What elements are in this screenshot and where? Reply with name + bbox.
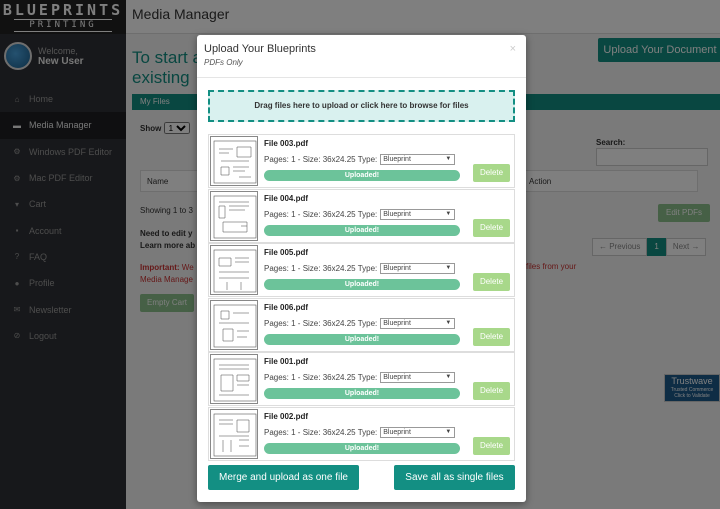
file-meta: Pages: 1 - Size: 36x24.25 Type: Blueprin… xyxy=(264,263,456,274)
type-value: Blueprint xyxy=(383,156,411,163)
list-item: File 004.pdf Pages: 1 - Size: 36x24.25 T… xyxy=(208,188,515,243)
file-name: File 003.pdf xyxy=(264,139,309,148)
list-item: File 003.pdf Pages: 1 - Size: 36x24.25 T… xyxy=(208,134,515,188)
chevron-down-icon: ▼ xyxy=(445,374,452,380)
file-name: File 006.pdf xyxy=(264,302,309,312)
list-item: File 001.pdf Pages: 1 - Size: 36x24.25 T… xyxy=(208,352,515,406)
file-details: Pages: 1 - Size: 36x24.25 Type: xyxy=(264,209,378,219)
type-value: Blueprint xyxy=(383,428,411,436)
save-all-button[interactable]: Save all as single files xyxy=(394,465,515,490)
list-item: File 005.pdf Pages: 1 - Size: 36x24.25 T… xyxy=(208,243,515,297)
upload-progress-bar: Uploaded! xyxy=(264,388,460,399)
pdf-thumbnail-icon xyxy=(210,136,258,186)
type-select[interactable]: Blueprint ▼ xyxy=(380,426,456,438)
file-meta: Pages: 1 - Size: 36x24.25 Type: Blueprin… xyxy=(264,372,456,383)
file-name: File 004.pdf xyxy=(264,193,309,203)
type-select[interactable]: Blueprint ▼ xyxy=(380,263,456,274)
type-select[interactable]: Blueprint ▼ xyxy=(380,208,456,220)
file-name: File 005.pdf xyxy=(264,248,309,257)
list-item: File 002.pdf Pages: 1 - Size: 36x24.25 T… xyxy=(208,406,515,461)
file-meta: Pages: 1 - Size: 36x24.25 Type: Blueprin… xyxy=(264,426,456,438)
upload-progress-bar: Uploaded! xyxy=(264,333,460,345)
close-icon[interactable]: × xyxy=(510,43,516,55)
file-details: Pages: 1 - Size: 36x24.25 Type: xyxy=(264,318,378,328)
type-value: Blueprint xyxy=(383,374,411,381)
type-value: Blueprint xyxy=(383,319,411,327)
delete-button[interactable]: Delete xyxy=(473,327,510,346)
pdf-thumbnail-icon xyxy=(210,245,258,295)
modal-header: Upload Your Blueprints PDFs Only × xyxy=(197,35,526,78)
type-select[interactable]: Blueprint ▼ xyxy=(380,317,456,329)
upload-progress-bar: Uploaded! xyxy=(264,442,460,454)
chevron-down-icon: ▼ xyxy=(445,156,452,162)
file-name: File 001.pdf xyxy=(264,357,309,366)
list-item: File 006.pdf Pages: 1 - Size: 36x24.25 T… xyxy=(208,297,515,352)
pdf-thumbnail-icon xyxy=(210,190,258,241)
type-value: Blueprint xyxy=(383,265,411,272)
file-meta: Pages: 1 - Size: 36x24.25 Type: Blueprin… xyxy=(264,154,456,165)
upload-progress-bar: Uploaded! xyxy=(264,279,460,290)
delete-button[interactable]: Delete xyxy=(473,382,510,400)
file-meta: Pages: 1 - Size: 36x24.25 Type: Blueprin… xyxy=(264,317,456,329)
merge-upload-button[interactable]: Merge and upload as one file xyxy=(208,465,359,490)
type-select[interactable]: Blueprint ▼ xyxy=(380,154,456,165)
upload-modal: Upload Your Blueprints PDFs Only × Drag … xyxy=(197,35,526,502)
chevron-down-icon: ▼ xyxy=(445,210,452,217)
pdf-thumbnail-icon xyxy=(210,299,258,350)
delete-button[interactable]: Delete xyxy=(473,218,510,237)
type-select[interactable]: Blueprint ▼ xyxy=(380,372,456,383)
file-meta: Pages: 1 - Size: 36x24.25 Type: Blueprin… xyxy=(264,208,456,220)
file-name: File 002.pdf xyxy=(264,411,309,421)
chevron-down-icon: ▼ xyxy=(445,319,452,326)
chevron-down-icon: ▼ xyxy=(445,265,452,271)
file-details: Pages: 1 - Size: 36x24.25 Type: xyxy=(264,373,378,382)
file-dropzone[interactable]: Drag files here to upload or click here … xyxy=(208,90,515,122)
modal-title: Upload Your Blueprints xyxy=(204,43,316,55)
delete-button[interactable]: Delete xyxy=(473,273,510,291)
type-value: Blueprint xyxy=(383,210,411,218)
file-details: Pages: 1 - Size: 36x24.25 Type: xyxy=(264,264,378,273)
delete-button[interactable]: Delete xyxy=(473,164,510,182)
upload-progress-bar: Uploaded! xyxy=(264,224,460,236)
file-list: File 003.pdf Pages: 1 - Size: 36x24.25 T… xyxy=(208,134,515,461)
pdf-thumbnail-icon xyxy=(210,354,258,404)
pdf-thumbnail-icon xyxy=(210,408,258,459)
file-details: Pages: 1 - Size: 36x24.25 Type: xyxy=(264,427,378,437)
chevron-down-icon: ▼ xyxy=(445,428,452,435)
delete-button[interactable]: Delete xyxy=(473,436,510,455)
upload-progress-bar: Uploaded! xyxy=(264,170,460,181)
modal-subtitle: PDFs Only xyxy=(204,58,243,67)
file-details: Pages: 1 - Size: 36x24.25 Type: xyxy=(264,155,378,164)
